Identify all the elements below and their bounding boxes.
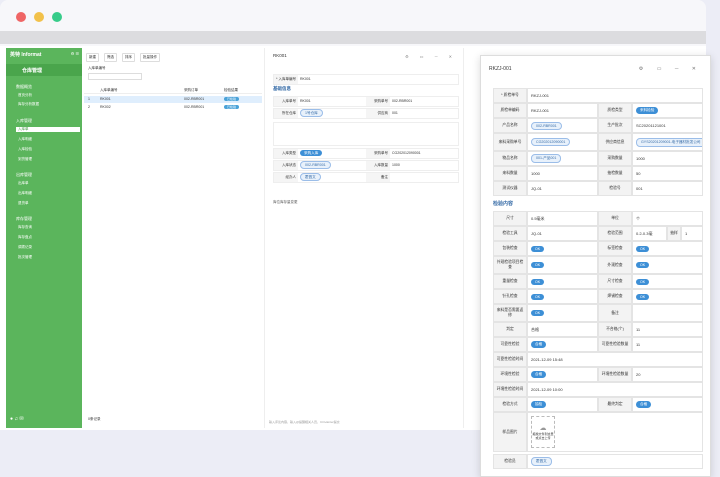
sidebar-group-overview[interactable]: 数据概览 xyxy=(16,84,32,90)
image-upload-box[interactable]: ☁ 拖拽文件到这里或点击上传 xyxy=(531,416,555,448)
check-row: 可靠性检验时间 2021-12-09 15:48 xyxy=(493,352,703,367)
table-row[interactable]: 2 RK002 002-RBR001 已检验 xyxy=(84,104,262,111)
form-row: 入库类型 采购入库 采购单号 CG202012090001 xyxy=(273,148,459,159)
popup-title: RKZJ-001 xyxy=(489,66,512,72)
list-header: 入库单编号 采购订单 检验结果 xyxy=(84,86,262,94)
form-code-input[interactable]: RK001 xyxy=(298,75,458,84)
sidebar: 英特 Informat ⚙ ☰ 仓库管理 数据概览 首页分析 库存分析数据 入库… xyxy=(6,48,82,428)
app-logo: 英特 Informat xyxy=(10,52,42,58)
check-row: 尺寸 0.5毫米 单位 个 xyxy=(493,211,703,226)
new-button[interactable]: 新建 xyxy=(86,53,99,62)
col-status[interactable]: 检验结果 xyxy=(224,88,262,93)
field-row: 产品名称 002-RBR001 生产批次 SC20201121001 xyxy=(493,118,703,133)
sidebar-item-return[interactable]: 退货单 xyxy=(18,201,29,206)
status-badge: 已检验 xyxy=(224,105,240,109)
comment-input[interactable]: 输入评论内容，输入@提醒相关人员，Ctrl+Enter提交 xyxy=(269,420,340,424)
maximize-dot-icon[interactable] xyxy=(52,12,62,22)
sidebar-title: 仓库管理 xyxy=(6,64,82,76)
list-toolbar: 新建 筛选 排序 批量操作 xyxy=(86,53,160,62)
sidebar-item-inbound-inspection[interactable]: 入库检验 xyxy=(18,147,32,152)
cloud-upload-icon: ☁ xyxy=(539,425,547,432)
form-row: 经办人 霍昌文 备注 xyxy=(273,172,459,183)
check-row: 环境性检验 合格 环境性检验数量 20 xyxy=(493,367,703,382)
inspector-row: 检验员 霍昌文 xyxy=(493,454,703,469)
upload-row: 样品图片 ☁ 拖拽文件到这里或点击上传 xyxy=(493,412,703,452)
check-row: 重量检查 OK 尺寸检查 OK xyxy=(493,274,703,289)
form-sub-section[interactable]: 库位库存量变更 xyxy=(273,200,298,205)
form-location-row xyxy=(273,122,459,146)
record-count: 0条记录 xyxy=(88,417,101,421)
sidebar-header-icons[interactable]: ⚙ ☰ xyxy=(71,51,79,56)
sidebar-group-inbound[interactable]: 入库管理 xyxy=(16,118,32,124)
field-row: 来料数量 1000 抽检数量 50 xyxy=(493,166,703,181)
form-title: RK001 xyxy=(273,53,287,58)
field-row: * 质检单号 RKZJ-001 xyxy=(493,88,703,103)
sidebar-item-inbound-detail[interactable]: 入库明细 xyxy=(18,137,32,142)
form-code-row: * 入库单编号 RK001 xyxy=(273,74,459,85)
check-row: 针孔检查 OK 焊锡检查 OK xyxy=(493,289,703,304)
inspection-section-title: 检验内容 xyxy=(493,201,514,207)
sidebar-item-batch[interactable]: 批次管理 xyxy=(18,255,32,260)
sidebar-item-home[interactable]: 首页分析 xyxy=(18,93,32,98)
sidebar-group-stock[interactable]: 库存管理 xyxy=(16,216,32,222)
check-row: 环境性检验时间 2021-12-09 10:00 xyxy=(493,382,703,397)
address-bar xyxy=(0,31,706,44)
table-row[interactable]: 1 RK001 002-RBR001 已检验 xyxy=(84,96,262,103)
inbound-form-panel: RK001 ⚙ ▭ ─ ✕ * 入库单编号 RK001 基础信息 入库单号 RK… xyxy=(264,48,464,428)
form-row: 入库状态 002-RBR001 入库数量 1000 xyxy=(273,160,459,171)
check-row: 检验工具 JQ-01 检验范围 0.2-0.3毫 抽样 1 xyxy=(493,226,703,241)
sidebar-footer-icons[interactable]: ● ♫ ✉ xyxy=(10,416,24,422)
field-row: 物品名称 001-产品001 采购数量 1000 xyxy=(493,151,703,166)
filter-tag[interactable]: 入库单编号 xyxy=(88,66,106,71)
sidebar-item-stock-count[interactable]: 库存盘点 xyxy=(18,235,32,240)
window-chrome xyxy=(0,0,706,46)
minimize-dot-icon[interactable] xyxy=(34,12,44,22)
handler-chip[interactable]: 霍昌文 xyxy=(300,173,321,181)
form-row: 所在仓库 1号仓库 供应商 001 xyxy=(273,108,459,119)
form-window-controls[interactable]: ⚙ ▭ ─ ✕ xyxy=(405,54,457,59)
filter-button[interactable]: 筛选 xyxy=(104,53,117,62)
sidebar-group-outbound[interactable]: 出库管理 xyxy=(16,172,32,178)
inspection-popup: RKZJ-001 ⚙ ▭ ─ ✕ * 质检单号 RKZJ-001 质检单编码 R… xyxy=(480,55,711,477)
check-row: 检验方式 抽检 最终判定 合格 xyxy=(493,397,703,412)
sidebar-item-stock-query[interactable]: 库存查询 xyxy=(18,225,32,230)
batch-button[interactable]: 批量操作 xyxy=(140,53,160,62)
sort-button[interactable]: 排序 xyxy=(122,53,135,62)
status-badge: 已检验 xyxy=(224,97,240,101)
col-code[interactable]: 入库单编号 xyxy=(100,88,184,93)
sidebar-item-transfer[interactable]: 调拨记录 xyxy=(18,245,32,250)
sidebar-item-stock-analysis[interactable]: 库存分析数据 xyxy=(18,102,39,107)
sidebar-item-outbound-order[interactable]: 出库单 xyxy=(18,181,29,186)
close-dot-icon[interactable] xyxy=(16,12,26,22)
sidebar-item-arrival[interactable]: 到货管理 xyxy=(18,157,32,162)
field-row: 质检单编码 RKZJ-001 质检类型 来料检验 xyxy=(493,103,703,118)
inbound-list-panel: 新建 筛选 排序 批量操作 入库单编号 入库单编号 采购订单 检验结果 1 RK… xyxy=(84,48,262,428)
sidebar-item-outbound-detail[interactable]: 出库明细 xyxy=(18,191,32,196)
inspector-chip[interactable]: 霍昌文 xyxy=(531,457,552,466)
search-input[interactable] xyxy=(88,73,142,80)
check-row: 来料是否需要返修 OK 备注 xyxy=(493,304,703,322)
field-row: 测试仪器 JQ-01 检验号 001 xyxy=(493,181,703,196)
field-row: 来料采购单号 CG202012090001 供应商信息 GYS202012090… xyxy=(493,133,703,151)
check-row: 包装检查 OK 标签检查 OK xyxy=(493,241,703,256)
form-section-title: 基础信息 xyxy=(273,86,291,91)
check-row: 判定 合格 不合格(个) 11 xyxy=(493,322,703,337)
check-row: 可靠性检验 合格 可靠性检验数量 11 xyxy=(493,337,703,352)
sidebar-item-inbound-order[interactable]: 入库单 xyxy=(16,127,80,132)
form-row: 入库单号 RK001 采购单号 002-RBR001 xyxy=(273,96,459,107)
col-po[interactable]: 采购订单 xyxy=(184,88,224,93)
popup-window-controls[interactable]: ⚙ ▭ ─ ✕ xyxy=(639,66,702,72)
check-row: 外观检验项目检查 OK 外观检查 OK xyxy=(493,256,703,274)
